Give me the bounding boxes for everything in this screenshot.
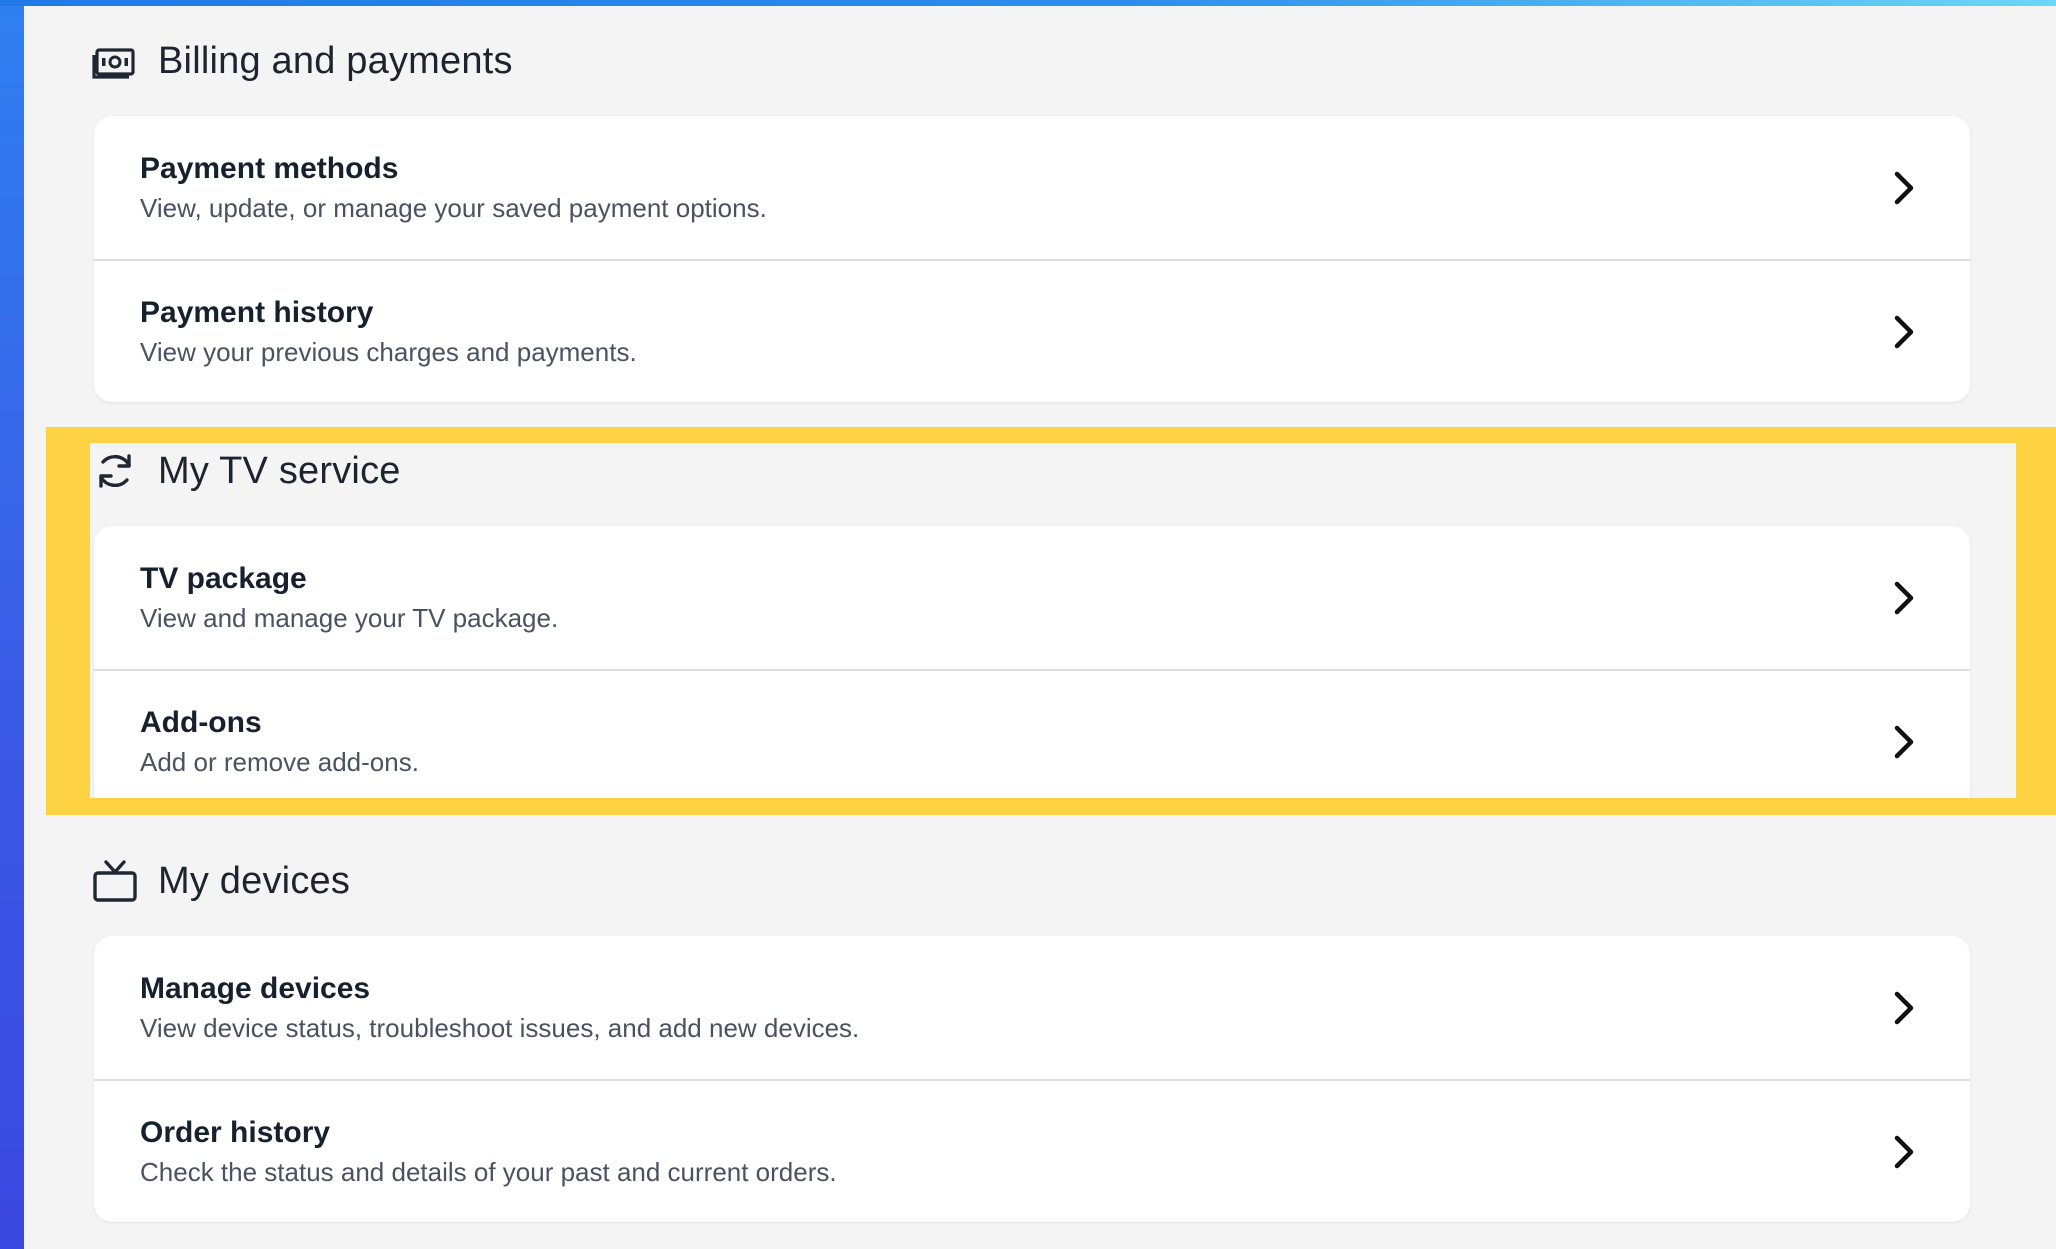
section-header-tv-service: My TV service — [92, 441, 401, 501]
menu-item-description: Add or remove add-ons. — [140, 746, 419, 777]
menu-item-add-ons[interactable]: Add-ons Add or remove add-ons. — [94, 669, 1970, 812]
section-title: Billing and payments — [158, 39, 513, 82]
chevron-right-icon — [1888, 988, 1920, 1028]
menu-item-order-history[interactable]: Order history Check the status and detai… — [94, 1079, 1970, 1222]
section-header-billing: Billing and payments — [92, 31, 513, 91]
menu-item-description: View and manage your TV package. — [140, 602, 559, 633]
section-title: My TV service — [158, 449, 401, 492]
refresh-icon — [92, 448, 138, 494]
menu-item-description: View device status, troubleshoot issues,… — [140, 1012, 860, 1043]
menu-item-description: View, update, or manage your saved payme… — [140, 192, 767, 223]
card-devices: Manage devices View device status, troub… — [94, 936, 1970, 1222]
menu-item-description: View your previous charges and payments. — [140, 336, 637, 367]
menu-item-payment-methods[interactable]: Payment methods View, update, or manage … — [94, 116, 1970, 259]
menu-item-title: Add-ons — [140, 705, 262, 739]
menu-item-description: Check the status and details of your pas… — [140, 1156, 837, 1187]
chevron-right-icon — [1888, 578, 1920, 618]
menu-item-manage-devices[interactable]: Manage devices View device status, troub… — [94, 936, 1970, 1079]
menu-item-title: Manage devices — [140, 971, 371, 1005]
menu-item-title: Payment methods — [140, 151, 399, 185]
chevron-right-icon — [1888, 722, 1920, 762]
menu-item-title: Order history — [140, 1115, 331, 1149]
card-tv-service: TV package View and manage your TV packa… — [94, 526, 1970, 812]
cash-icon — [92, 38, 138, 84]
tv-icon — [92, 858, 138, 904]
chevron-right-icon — [1888, 1132, 1920, 1172]
menu-item-payment-history[interactable]: Payment history View your previous charg… — [94, 259, 1970, 402]
section-title: My devices — [158, 859, 351, 902]
menu-item-title: TV package — [140, 561, 307, 595]
chevron-right-icon — [1888, 312, 1920, 352]
menu-item-tv-package[interactable]: TV package View and manage your TV packa… — [94, 526, 1970, 669]
card-billing: Payment methods View, update, or manage … — [94, 116, 1970, 402]
chevron-right-icon — [1888, 168, 1920, 208]
section-header-devices: My devices — [92, 851, 350, 911]
menu-item-title: Payment history — [140, 295, 374, 329]
